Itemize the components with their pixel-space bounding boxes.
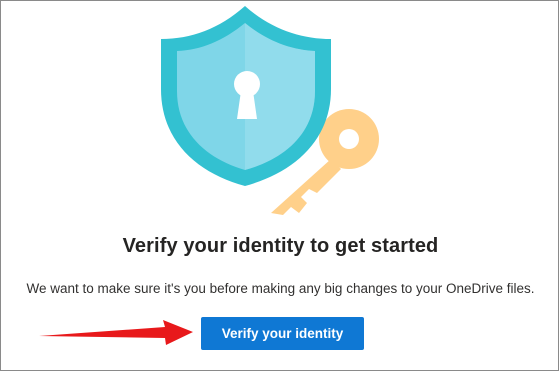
red-arrow-icon bbox=[39, 320, 193, 345]
page-title: Verify your identity to get started bbox=[122, 235, 439, 257]
security-illustration bbox=[161, 6, 379, 215]
verify-identity-panel: Verify your identity to get started We w… bbox=[0, 0, 559, 371]
verify-identity-button[interactable]: Verify your identity bbox=[201, 317, 364, 350]
page-description: We want to make sure it's you before mak… bbox=[26, 281, 535, 296]
